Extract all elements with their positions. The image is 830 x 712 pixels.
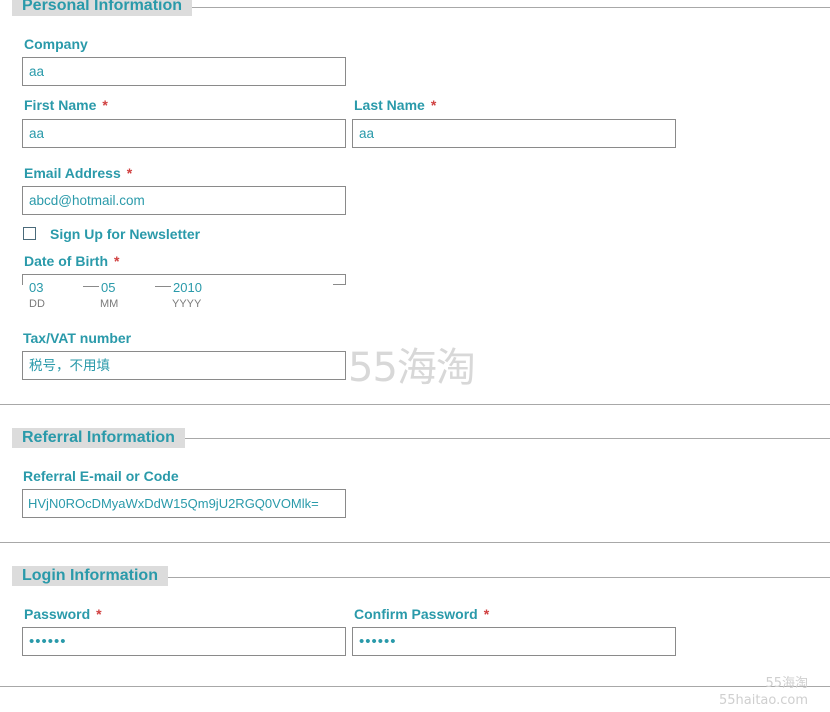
corner-watermark: 55海淘 55haitao.com xyxy=(719,675,808,709)
dob-month-input[interactable]: 05 xyxy=(101,280,115,295)
email-label-text: Email Address xyxy=(24,165,121,181)
confirm-password-label-text: Confirm Password xyxy=(354,606,478,622)
company-label-text: Company xyxy=(24,36,88,52)
required-marker: * xyxy=(102,97,108,113)
referral-fieldset-rule xyxy=(183,438,830,439)
password-label: Password * xyxy=(24,606,102,622)
required-marker: * xyxy=(114,253,120,269)
section-divider xyxy=(0,542,830,543)
dob-label: Date of Birth * xyxy=(24,253,119,269)
required-marker: * xyxy=(126,165,133,181)
login-information-legend: Login Information xyxy=(12,566,168,586)
newsletter-label[interactable]: Sign Up for Newsletter xyxy=(50,226,200,242)
last-name-label: Last Name * xyxy=(354,97,436,113)
last-name-input[interactable]: aa xyxy=(352,119,676,148)
confirm-password-input[interactable]: •••••• xyxy=(352,627,676,656)
newsletter-checkbox[interactable] xyxy=(23,227,36,240)
password-input[interactable]: •••••• xyxy=(22,627,346,656)
dob-box-top xyxy=(22,274,346,275)
dob-day-hint: DD xyxy=(29,298,45,310)
first-name-label-text: First Name xyxy=(24,97,97,113)
confirm-password-label: Confirm Password * xyxy=(354,606,489,622)
referral-information-legend: Referral Information xyxy=(12,428,185,448)
dob-year-hint: YYYY xyxy=(172,298,202,310)
login-fieldset-rule xyxy=(166,577,830,578)
required-marker: * xyxy=(430,97,437,113)
dob-box-right-foot xyxy=(333,284,346,285)
first-name-label: First Name * xyxy=(24,97,108,113)
required-marker: * xyxy=(96,606,102,622)
dob-separator xyxy=(155,286,171,287)
required-marker: * xyxy=(483,606,490,622)
email-input[interactable]: abcd@hotmail.com xyxy=(22,186,346,215)
personal-fieldset-rule xyxy=(190,7,830,8)
password-label-text: Password xyxy=(24,606,91,622)
dob-year-input[interactable]: 2010 xyxy=(173,280,202,295)
corner-watermark-bottom: 55haitao.com xyxy=(718,693,808,708)
dob-box-left xyxy=(22,274,23,285)
tax-label: Tax/VAT number xyxy=(23,330,132,346)
dob-label-text: Date of Birth xyxy=(24,253,108,269)
first-name-input[interactable]: aa xyxy=(22,119,346,148)
section-divider xyxy=(0,404,830,405)
email-label: Email Address * xyxy=(24,165,132,181)
referral-code-label: Referral E-mail or Code xyxy=(23,468,179,484)
section-divider xyxy=(0,686,830,687)
referral-code-input[interactable]: HVjN0ROcDMyaWxDdW15Qm9jU2RGQ0VOMlk= xyxy=(22,489,346,518)
company-input[interactable]: aa xyxy=(22,57,346,86)
company-label: Company xyxy=(24,36,88,52)
tax-input[interactable]: 税号，不用填 xyxy=(22,351,346,380)
last-name-label-text: Last Name xyxy=(354,97,425,113)
corner-watermark-top: 55海淘 xyxy=(765,676,808,691)
watermark: 55海淘 xyxy=(348,345,476,391)
personal-information-legend: Personal Information xyxy=(12,0,193,16)
dob-month-hint: MM xyxy=(100,298,119,310)
dob-separator xyxy=(83,286,99,287)
dob-day-input[interactable]: 03 xyxy=(29,280,43,295)
